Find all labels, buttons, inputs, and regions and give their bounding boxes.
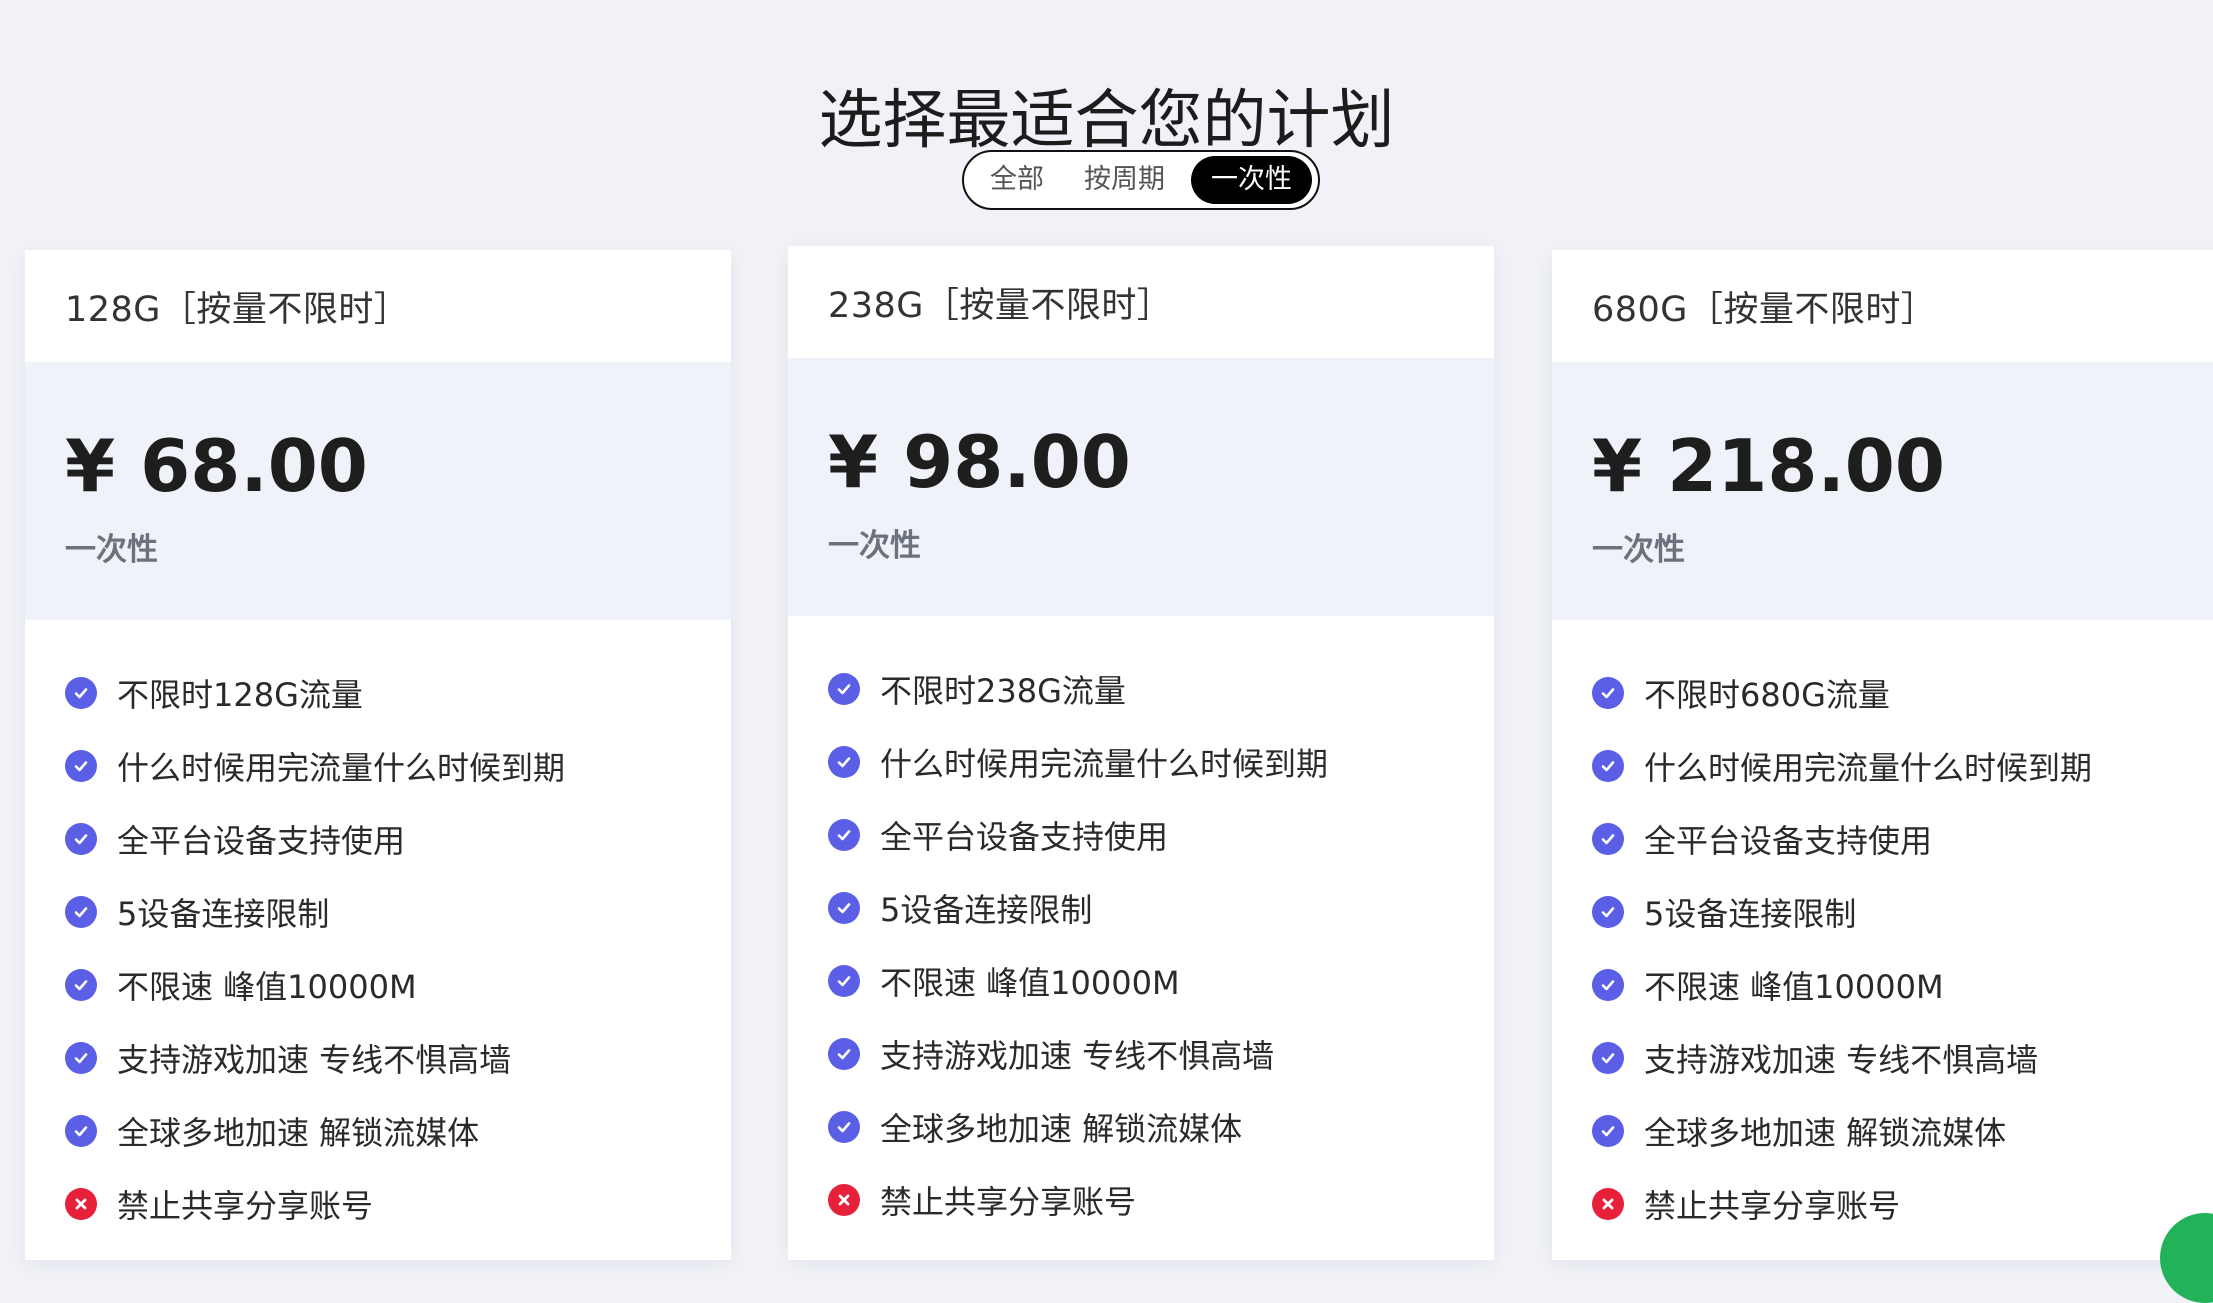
check-circle-icon <box>65 895 97 928</box>
check-circle-icon <box>828 1037 860 1070</box>
feature-item: 不限速 峰值10000M <box>828 944 1454 1017</box>
check-circle-icon <box>1592 822 1624 855</box>
check-circle-icon <box>1592 1041 1624 1074</box>
feature-text: 不限时680G流量 <box>1644 675 1890 714</box>
check-circle-icon <box>1592 968 1624 1001</box>
plan-period-filter: 全部 按周期 一次性 <box>962 150 1320 210</box>
check-circle-icon <box>828 964 860 997</box>
feature-text: 什么时候用完流量什么时候到期 <box>880 744 1329 783</box>
plan-card[interactable]: 238G［按量不限时］ ¥ 98.00 一次性 不限时238G流量什么时候用完流… <box>788 246 1494 1260</box>
check-circle-icon <box>828 745 860 778</box>
x-circle-icon <box>65 1187 97 1220</box>
plan-price: ¥ 68.00 <box>65 424 368 508</box>
feature-item: 不限速 峰值10000M <box>1592 948 2213 1021</box>
feature-text: 5设备连接限制 <box>1644 894 1857 933</box>
feature-text: 支持游戏加速 专线不惧高墙 <box>117 1040 512 1079</box>
plan-name: 680G［按量不限时］ <box>1552 250 2213 362</box>
feature-text: 不限时238G流量 <box>880 671 1126 710</box>
feature-text: 不限速 峰值10000M <box>1644 967 1944 1006</box>
price-panel: ¥ 68.00 一次性 <box>25 362 731 620</box>
plan-price: ¥ 218.00 <box>1592 424 1946 508</box>
feature-text: 支持游戏加速 专线不惧高墙 <box>880 1036 1275 1075</box>
check-circle-icon <box>828 891 860 924</box>
check-circle-icon <box>65 676 97 709</box>
feature-list: 不限时128G流量什么时候用完流量什么时候到期 全平台设备支持使用 5设备连接限制不… <box>25 620 731 1240</box>
feature-text: 什么时候用完流量什么时候到期 <box>1644 748 2093 787</box>
feature-item: 5设备连接限制 <box>65 875 691 948</box>
feature-item: 禁止共享分享账号 <box>1592 1167 2213 1240</box>
feature-text: 全平台设备支持使用 <box>117 821 406 860</box>
feature-text: 全平台设备支持使用 <box>1644 821 1933 860</box>
feature-item: 支持游戏加速 专线不惧高墙 <box>1592 1021 2213 1094</box>
feature-text: 支持游戏加速 专线不惧高墙 <box>1644 1040 2039 1079</box>
check-circle-icon <box>65 1114 97 1147</box>
feature-text: 禁止共享分享账号 <box>1644 1186 1901 1225</box>
feature-text: 全球多地加速 解锁流媒体 <box>880 1109 1243 1148</box>
feature-list: 不限时238G流量什么时候用完流量什么时候到期 全平台设备支持使用 5设备连接限制不… <box>788 616 1494 1236</box>
check-circle-icon <box>1592 749 1624 782</box>
feature-text: 5设备连接限制 <box>117 894 330 933</box>
feature-text: 什么时候用完流量什么时候到期 <box>117 748 566 787</box>
plan-price: ¥ 98.00 <box>828 420 1131 504</box>
check-circle-icon <box>65 968 97 1001</box>
feature-item: 全球多地加速 解锁流媒体 <box>65 1094 691 1167</box>
filter-option-periodic[interactable]: 按周期 <box>1064 156 1185 204</box>
feature-item: 什么时候用完流量什么时候到期 <box>1592 729 2213 802</box>
x-circle-icon <box>828 1183 860 1216</box>
feature-text: 全球多地加速 解锁流媒体 <box>117 1113 480 1152</box>
x-circle-icon <box>1592 1187 1624 1220</box>
feature-item: 什么时候用完流量什么时候到期 <box>65 729 691 802</box>
check-circle-icon <box>828 818 860 851</box>
feature-item: 不限速 峰值10000M <box>65 948 691 1021</box>
check-circle-icon <box>1592 1114 1624 1147</box>
feature-list: 不限时680G流量什么时候用完流量什么时候到期 全平台设备支持使用 5设备连接限制不… <box>1552 620 2213 1240</box>
plan-name: 238G［按量不限时］ <box>788 246 1494 358</box>
feature-text: 全平台设备支持使用 <box>880 817 1169 856</box>
feature-text: 禁止共享分享账号 <box>880 1182 1137 1221</box>
plan-card[interactable]: 680G［按量不限时］ ¥ 218.00 一次性 不限时680G流量什么时候用完… <box>1552 250 2213 1260</box>
check-circle-icon <box>1592 895 1624 928</box>
price-panel: ¥ 98.00 一次性 <box>788 358 1494 616</box>
filter-option-one-time[interactable]: 一次性 <box>1191 156 1312 204</box>
feature-text: 全球多地加速 解锁流媒体 <box>1644 1113 2007 1152</box>
plan-cycle: 一次性 <box>828 528 921 564</box>
plan-name: 128G［按量不限时］ <box>25 250 731 362</box>
check-circle-icon <box>1592 676 1624 709</box>
feature-item: 5设备连接限制 <box>1592 875 2213 948</box>
feature-item: 不限时128G流量 <box>65 656 691 729</box>
feature-item: 不限时680G流量 <box>1592 656 2213 729</box>
feature-item: 全球多地加速 解锁流媒体 <box>1592 1094 2213 1167</box>
check-circle-icon <box>65 1041 97 1074</box>
feature-text: 不限速 峰值10000M <box>117 967 417 1006</box>
plan-cycle: 一次性 <box>1592 532 1685 568</box>
feature-item: 全球多地加速 解锁流媒体 <box>828 1090 1454 1163</box>
price-panel: ¥ 218.00 一次性 <box>1552 362 2213 620</box>
feature-text: 禁止共享分享账号 <box>117 1186 374 1225</box>
check-circle-icon <box>65 822 97 855</box>
feature-text: 不限速 峰值10000M <box>880 963 1180 1002</box>
feature-item: 禁止共享分享账号 <box>828 1163 1454 1236</box>
check-circle-icon <box>65 749 97 782</box>
feature-item: 全平台设备支持使用 <box>828 798 1454 871</box>
feature-text: 不限时128G流量 <box>117 675 363 714</box>
feature-item: 什么时候用完流量什么时候到期 <box>828 725 1454 798</box>
feature-item: 禁止共享分享账号 <box>65 1167 691 1240</box>
feature-item: 支持游戏加速 专线不惧高墙 <box>828 1017 1454 1090</box>
feature-item: 全平台设备支持使用 <box>65 802 691 875</box>
check-circle-icon <box>828 1110 860 1143</box>
plan-cycle: 一次性 <box>65 532 158 568</box>
feature-item: 5设备连接限制 <box>828 871 1454 944</box>
check-circle-icon <box>828 672 860 705</box>
plan-card[interactable]: 128G［按量不限时］ ¥ 68.00 一次性 不限时128G流量什么时候用完流… <box>25 250 731 1260</box>
filter-option-all[interactable]: 全部 <box>970 156 1064 204</box>
feature-item: 支持游戏加速 专线不惧高墙 <box>65 1021 691 1094</box>
feature-text: 5设备连接限制 <box>880 890 1093 929</box>
feature-item: 不限时238G流量 <box>828 652 1454 725</box>
feature-item: 全平台设备支持使用 <box>1592 802 2213 875</box>
